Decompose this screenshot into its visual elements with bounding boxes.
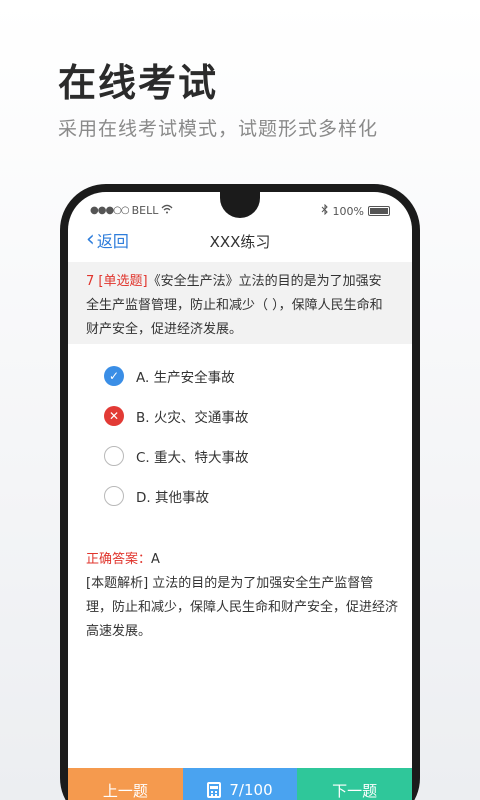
option-label: B. 火灾、交通事故 [136,410,249,426]
battery-percent: 100% [332,204,364,218]
bluetooth-icon [321,203,329,218]
nav-bar: ‹ 返回 XXX练习 [68,226,412,256]
next-label: 下一题 [332,781,378,800]
phone-screen: ●●●○○ BELL 100% ‹ 返回 XXX练习 7 [单选题]《安全生产法… [68,192,412,800]
bottom-bar: 上一题 7/100 下一题 [68,768,412,800]
prev-label: 上一题 [102,781,148,800]
battery-icon [368,206,390,216]
option-label: C. 重大、特大事故 [136,450,249,466]
progress-button[interactable]: 7/100 [182,768,298,800]
cross-icon: ✕ [104,406,124,426]
options-list: ✓ A. 生产安全事故 ✕ B. 火灾、交通事故 C. 重大、特大事故 D. 其… [68,356,412,516]
promo-title: 在线考试 [58,61,219,105]
prev-question-button[interactable]: 上一题 [68,768,183,800]
explanation-text: [本题解析] 立法的目的是为了加强安全生产监督管理，防止和减少，保障人民生命和财… [86,576,399,639]
option-d[interactable]: D. 其他事故 [68,476,412,516]
carrier-name: BELL [131,204,159,217]
status-left: ●●●○○ BELL [90,204,173,217]
option-a[interactable]: ✓ A. 生产安全事故 [68,356,412,396]
wifi-icon [161,204,173,217]
option-b[interactable]: ✕ B. 火灾、交通事故 [68,396,412,436]
signal-icon: ●●●○○ [90,205,130,216]
answer-label: 正确答案： [86,552,152,567]
status-right: 100% [321,203,390,218]
promo-subtitle: 采用在线考试模式，试题形式多样化 [58,118,379,140]
option-label: D. 其他事故 [136,490,209,506]
correct-answer: 正确答案：A [86,548,160,567]
question-type: [单选题] [98,274,148,289]
status-bar: ●●●○○ BELL 100% [68,203,412,218]
option-label: A. 生产安全事故 [136,370,235,386]
radio-empty-icon [104,446,124,466]
next-question-button[interactable]: 下一题 [297,768,412,800]
answer-sheet-icon [207,782,222,798]
progress-label: 7/100 [229,781,273,799]
radio-empty-icon [104,486,124,506]
answer-value: A [151,552,160,567]
option-c[interactable]: C. 重大、特大事故 [68,436,412,476]
page-title: XXX练习 [209,233,271,251]
question-number: 7 [86,274,95,289]
check-icon: ✓ [104,366,124,386]
question-block: 7 [单选题]《安全生产法》立法的目的是为了加强安全生产监督管理，防止和减少（ … [68,262,412,344]
